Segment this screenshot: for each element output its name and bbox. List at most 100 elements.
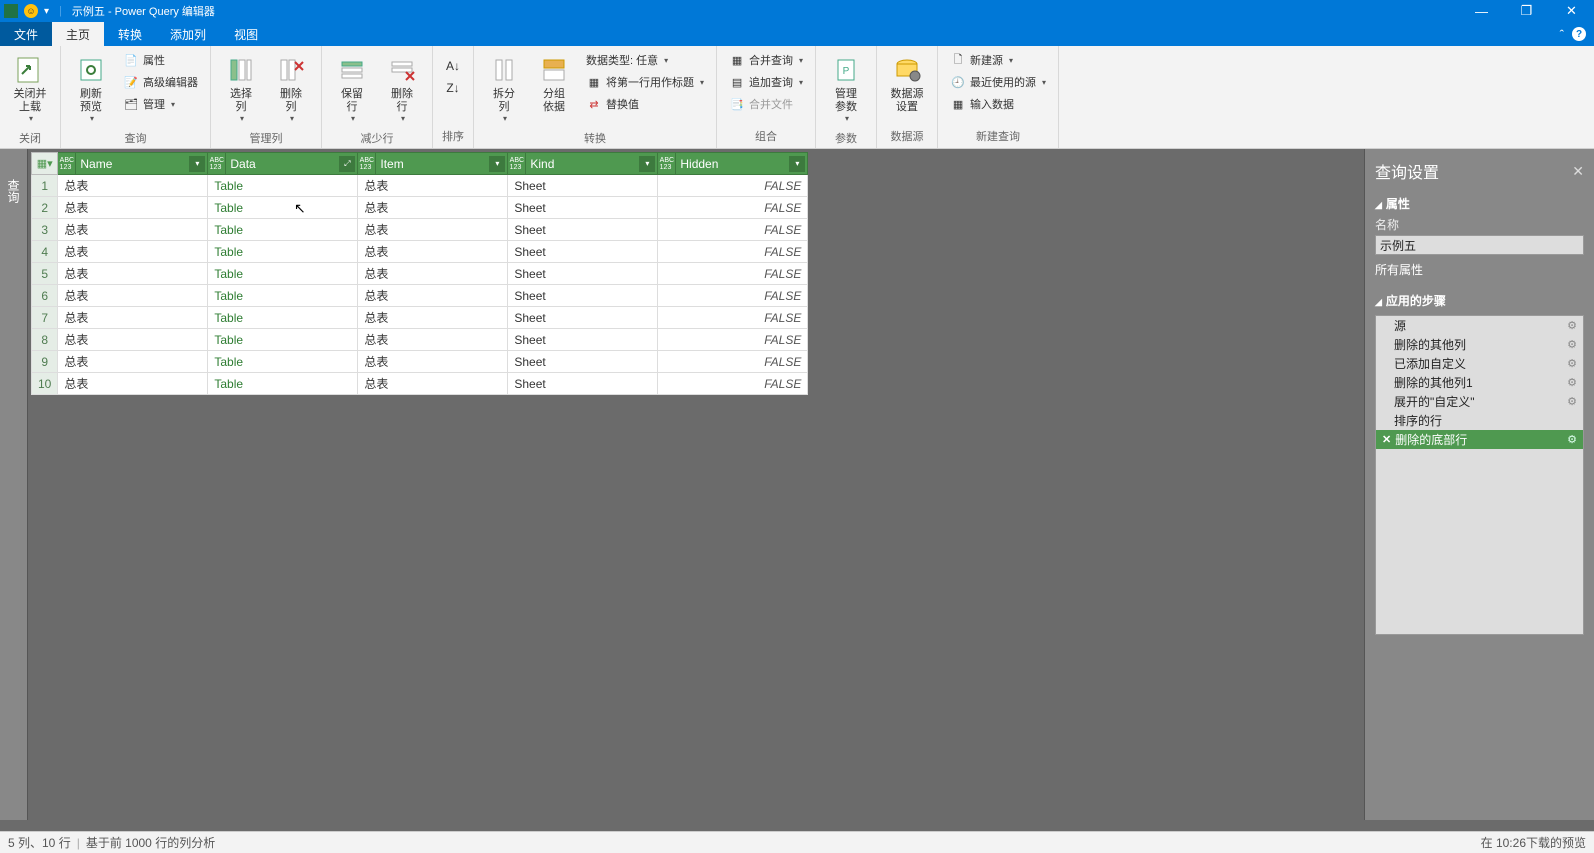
cell-item[interactable]: 总表 [358, 373, 508, 395]
row-number[interactable]: 6 [32, 285, 58, 307]
sort-asc-button[interactable]: A↓ [441, 56, 465, 76]
applied-step[interactable]: 删除的其他列1⚙ [1376, 373, 1583, 392]
cell-item[interactable]: 总表 [358, 241, 508, 263]
merge-queries-button[interactable]: ▦合并查询▾ [725, 50, 807, 70]
applied-step[interactable]: 删除的其他列⚙ [1376, 335, 1583, 354]
gear-icon[interactable]: ⚙ [1567, 338, 1577, 351]
keep-rows-button[interactable]: 保留 行▾ [330, 50, 374, 128]
cell-name[interactable]: 总表 [58, 241, 208, 263]
cell-data[interactable]: Table [208, 351, 358, 373]
type-any-icon[interactable]: ABC 123 [508, 153, 526, 174]
group-by-button[interactable]: 分组 依据 [532, 50, 576, 118]
filter-icon[interactable]: ▾ [639, 156, 655, 172]
cell-name[interactable]: 总表 [58, 197, 208, 219]
cell-kind[interactable]: Sheet [508, 351, 658, 373]
filter-icon[interactable]: ▾ [189, 156, 205, 172]
gear-icon[interactable]: ⚙ [1567, 395, 1577, 408]
table-row[interactable]: 1 总表 Table 总表 Sheet FALSE [32, 175, 808, 197]
table-row[interactable]: 7 总表 Table 总表 Sheet FALSE [32, 307, 808, 329]
table-row[interactable]: 3 总表 Table 总表 Sheet FALSE [32, 219, 808, 241]
cell-data[interactable]: Table [208, 373, 358, 395]
cell-hidden[interactable]: FALSE [658, 351, 808, 373]
maximize-button[interactable]: ❐ [1504, 0, 1549, 22]
cell-hidden[interactable]: FALSE [658, 219, 808, 241]
row-number[interactable]: 1 [32, 175, 58, 197]
cell-item[interactable]: 总表 [358, 219, 508, 241]
cell-kind[interactable]: Sheet [508, 219, 658, 241]
row-number[interactable]: 2 [32, 197, 58, 219]
tab-home[interactable]: 主页 [52, 22, 104, 46]
row-number[interactable]: 9 [32, 351, 58, 373]
cell-name[interactable]: 总表 [58, 219, 208, 241]
table-row[interactable]: 10 总表 Table 总表 Sheet FALSE [32, 373, 808, 395]
refresh-preview-button[interactable]: 刷新 预览▾ [69, 50, 113, 128]
applied-step[interactable]: 排序的行 [1376, 411, 1583, 430]
delete-step-icon[interactable]: ✕ [1382, 433, 1391, 446]
properties-button[interactable]: 📄属性 [119, 50, 202, 70]
cell-kind[interactable]: Sheet [508, 263, 658, 285]
applied-steps-section[interactable]: 应用的步骤 [1375, 292, 1584, 309]
cell-data[interactable]: Table [208, 285, 358, 307]
remove-columns-button[interactable]: 删除 列▾ [269, 50, 313, 128]
cell-item[interactable]: 总表 [358, 285, 508, 307]
cell-name[interactable]: 总表 [58, 351, 208, 373]
first-row-header-button[interactable]: ▦将第一行用作标题▾ [582, 72, 708, 92]
sort-desc-button[interactable]: Z↓ [441, 78, 465, 98]
cell-kind[interactable]: Sheet [508, 285, 658, 307]
remove-rows-button[interactable]: 删除 行▾ [380, 50, 424, 128]
all-properties-link[interactable]: 所有属性 [1375, 261, 1584, 278]
cell-item[interactable]: 总表 [358, 197, 508, 219]
table-row[interactable]: 9 总表 Table 总表 Sheet FALSE [32, 351, 808, 373]
expand-icon[interactable]: ⤢ [339, 156, 355, 172]
table-row[interactable]: 2 总表 Table 总表 Sheet FALSE [32, 197, 808, 219]
table-row[interactable]: 5 总表 Table 总表 Sheet FALSE [32, 263, 808, 285]
cell-data[interactable]: Table [208, 175, 358, 197]
col-header-item[interactable]: ABC 123Item▾ [358, 153, 508, 175]
query-name-input[interactable] [1375, 235, 1584, 255]
manage-params-button[interactable]: P 管理 参数▾ [824, 50, 868, 128]
cell-hidden[interactable]: FALSE [658, 329, 808, 351]
choose-columns-button[interactable]: 选择 列▾ [219, 50, 263, 128]
cell-hidden[interactable]: FALSE [658, 241, 808, 263]
cell-name[interactable]: 总表 [58, 329, 208, 351]
cell-hidden[interactable]: FALSE [658, 373, 808, 395]
cell-hidden[interactable]: FALSE [658, 197, 808, 219]
smiley-icon[interactable]: ☺ [24, 4, 38, 18]
recent-sources-button[interactable]: 🕘最近使用的源▾ [946, 72, 1050, 92]
cell-kind[interactable]: Sheet [508, 307, 658, 329]
collapse-ribbon-icon[interactable]: ˆ [1560, 27, 1564, 42]
cell-item[interactable]: 总表 [358, 263, 508, 285]
qat-dropdown-icon[interactable]: ▾ [44, 6, 49, 17]
cell-data[interactable]: Table [208, 241, 358, 263]
enter-data-button[interactable]: ▦输入数据 [946, 94, 1050, 114]
minimize-button[interactable]: — [1459, 0, 1504, 22]
applied-step[interactable]: 已添加自定义⚙ [1376, 354, 1583, 373]
cell-name[interactable]: 总表 [58, 373, 208, 395]
cell-name[interactable]: 总表 [58, 175, 208, 197]
merge-files-button[interactable]: 📑合并文件 [725, 94, 807, 114]
cell-kind[interactable]: Sheet [508, 197, 658, 219]
cell-data[interactable]: Table [208, 263, 358, 285]
row-number[interactable]: 4 [32, 241, 58, 263]
cell-data[interactable]: Table [208, 197, 358, 219]
tab-view[interactable]: 视图 [220, 22, 272, 46]
help-icon[interactable]: ? [1572, 27, 1586, 41]
cell-kind[interactable]: Sheet [508, 329, 658, 351]
close-button[interactable]: ✕ [1549, 0, 1594, 22]
type-any-icon[interactable]: ABC 123 [358, 153, 376, 174]
cell-data[interactable]: Table [208, 307, 358, 329]
applied-step[interactable]: ✕删除的底部行⚙ [1376, 430, 1583, 449]
append-queries-button[interactable]: ▤追加查询▾ [725, 72, 807, 92]
filter-icon[interactable]: ▾ [789, 156, 805, 172]
split-column-button[interactable]: 拆分 列▾ [482, 50, 526, 128]
cell-kind[interactable]: Sheet [508, 241, 658, 263]
cell-name[interactable]: 总表 [58, 263, 208, 285]
manage-button[interactable]: 🗂管理▾ [119, 94, 202, 114]
applied-step[interactable]: 展开的"自定义"⚙ [1376, 392, 1583, 411]
close-settings-icon[interactable]: ✕ [1572, 163, 1584, 180]
close-load-button[interactable]: 关闭并 上载▾ [8, 50, 52, 128]
cell-name[interactable]: 总表 [58, 307, 208, 329]
tab-file[interactable]: 文件 [0, 22, 52, 46]
row-number[interactable]: 3 [32, 219, 58, 241]
col-header-name[interactable]: ABC 123Name▾ [58, 153, 208, 175]
